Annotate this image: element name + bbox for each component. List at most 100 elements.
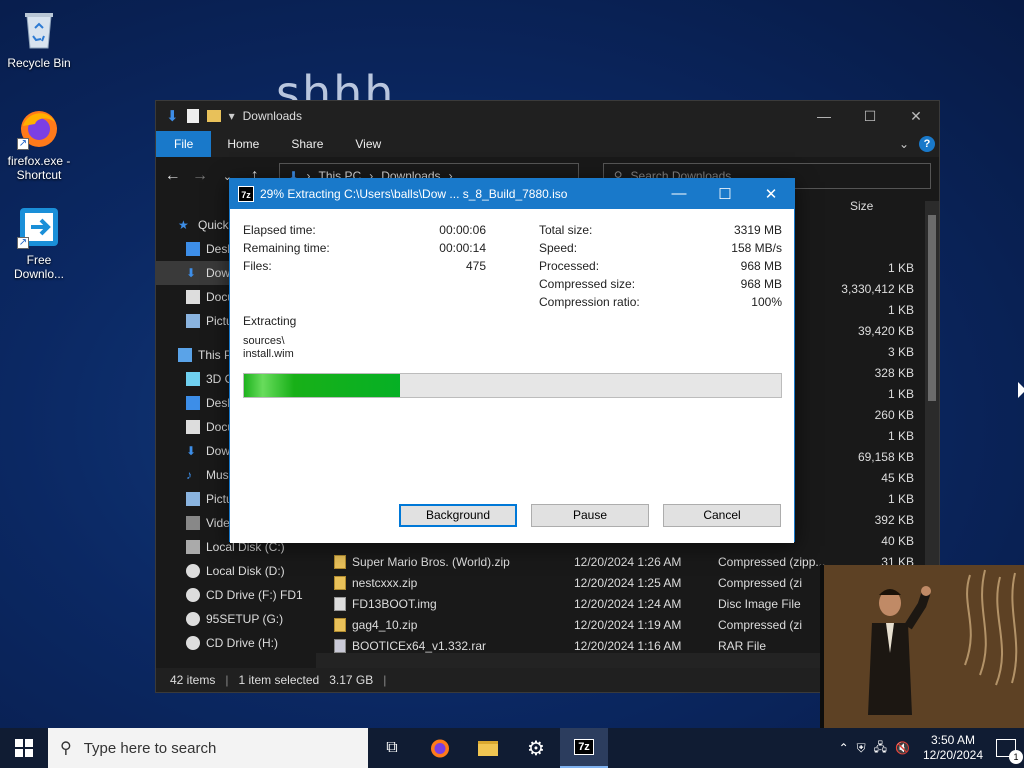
scroll-thumb[interactable] [928,215,936,401]
forward-arrow-icon[interactable]: → [191,167,208,185]
taskbar-file-explorer[interactable] [464,728,512,768]
taskbar: ⚲ Type here to search ⧉ ⚙ 7z ⌃ ⛨ 🖧 🔇 3:5… [0,728,1024,768]
desktop-icon [186,396,200,410]
dialog-titlebar[interactable]: 7z 29% Extracting C:\Users\balls\Dow ...… [230,179,794,209]
taskbar-7zip[interactable]: 7z [560,728,608,768]
cd-icon [186,636,200,650]
show-hidden-icons-icon[interactable]: ⌃ [839,741,849,755]
elapsed-value: 00:00:06 [439,223,486,237]
compressed-size-label: Compressed size: [539,277,636,291]
file-size: 40 KB [881,533,914,548]
window-title: Downloads [242,109,302,123]
zip-file-icon [334,617,346,632]
downloads-icon: ⬇ [186,266,197,280]
volume-muted-icon[interactable]: 🔇 [895,741,910,755]
cancel-button[interactable]: Cancel [663,504,781,527]
file-name: nestcxxx.zip [352,575,418,590]
download-arrow-icon: ⬇ [166,108,179,125]
action-center-icon[interactable]: 1 [996,739,1023,764]
minimize-button[interactable]: — [801,101,847,131]
task-view-icon: ⧉ [386,739,398,756]
file-size: 1 KB [887,260,914,275]
background-button[interactable]: Background [399,504,517,527]
selected-size: 3.17 GB [329,673,374,687]
taskbar-firefox[interactable] [416,728,464,768]
file-name: gag4_10.zip [352,617,418,632]
pause-button[interactable]: Pause [531,504,649,527]
downloads-icon: ⬇ [186,444,197,458]
file-size: 3 KB [887,344,914,359]
file-name: Super Mario Bros. (World).zip [352,554,510,569]
desktop-icon-label: Free Downlo... [13,253,65,281]
column-header-size[interactable]: Size [850,199,873,213]
pictures-icon [186,492,200,506]
desktop-icon-recycle-bin[interactable]: Recycle Bin [1,8,77,70]
firefox-icon: ↗ [17,106,61,150]
nav-item-drive-d[interactable]: Local Disk (D:) [156,559,314,583]
total-size-value: 3319 MB [733,223,782,237]
new-folder-icon[interactable] [206,110,221,122]
progress-fill [244,374,400,397]
clock[interactable]: 3:50 AM 12/20/2024 [918,733,988,763]
desktop-icon-firefox[interactable]: ↗ firefox.exe - Shortcut [1,106,77,182]
tab-view[interactable]: View [339,131,397,157]
desktop-icon [186,242,200,256]
tab-share[interactable]: Share [275,131,339,157]
file-size: 39,420 KB [857,323,914,338]
back-arrow-icon[interactable]: ← [164,167,181,185]
close-button[interactable]: ✕ [748,185,794,203]
cd-icon [186,612,200,626]
minimize-button[interactable]: — [656,185,702,203]
desktop-icon-free-download-manager[interactable]: ↗ Free Downlo... [1,205,77,281]
file-date: 12/20/2024 1:19 AM [574,617,682,632]
video-overlay [820,565,1024,728]
nav-item-drive-h[interactable]: CD Drive (H:) [156,631,314,655]
remaining-value: 00:00:14 [439,241,486,255]
help-icon[interactable]: ? [919,136,935,152]
nav-label: Local Disk (D:) [206,564,285,578]
file-size: 392 KB [874,512,914,527]
compression-ratio-label: Compression ratio: [539,295,640,309]
clock-time: 3:50 AM [930,733,976,747]
file-size: 260 KB [874,407,914,422]
security-icon[interactable]: ⛨ [857,741,866,756]
free-download-manager-icon: ↗ [17,205,61,249]
file-name: BOOTICEx64_v1.332.rar [352,638,487,653]
item-count: 42 items [170,673,216,687]
nav-item-drive-g[interactable]: 95SETUP (G:) [156,607,314,631]
search-icon: ⚲ [60,740,72,757]
mouse-cursor-icon [1018,382,1024,398]
close-button[interactable]: ✕ [893,101,939,131]
operation-label: Extracting [243,314,297,328]
hard-drive-icon [186,540,200,554]
properties-icon[interactable] [186,109,199,123]
tab-home[interactable]: Home [211,131,275,157]
gear-icon: ⚙ [527,737,545,760]
maximize-button[interactable]: ☐ [702,185,748,203]
current-dir: sources\ [243,335,285,347]
rar-file-icon [334,638,346,653]
tab-file[interactable]: File [156,131,212,157]
start-button[interactable] [0,728,48,768]
nav-item-drive-f[interactable]: CD Drive (F:) FD1 [156,583,314,607]
file-size: 3,330,412 KB [841,281,914,296]
file-size: 1 KB [887,491,914,506]
quick-access-dropdown-icon[interactable]: ▾ [229,109,235,123]
file-size: 69,158 KB [857,449,914,464]
expand-ribbon-icon[interactable]: ⌄ [899,137,909,151]
network-icon[interactable]: 🖧 [874,738,887,759]
taskbar-settings[interactable]: ⚙ [512,728,560,768]
nav-label: CD Drive (F:) FD1 [206,588,303,602]
task-view-button[interactable]: ⧉ [368,728,416,768]
music-icon: ♪ [186,468,192,482]
pictures-icon [186,314,200,328]
compressed-size-value: 968 MB [740,277,782,291]
recycle-bin-icon [17,8,61,52]
elapsed-label: Elapsed time: [243,223,316,237]
shortcut-arrow-icon: ↗ [17,237,29,249]
file-size: 328 KB [874,365,914,380]
maximize-button[interactable]: ☐ [847,101,893,131]
taskbar-search[interactable]: ⚲ Type here to search [48,728,368,768]
files-label: Files: [243,259,272,273]
explorer-titlebar[interactable]: ⬇ ▾ Downloads — ☐ ✕ [156,101,939,131]
